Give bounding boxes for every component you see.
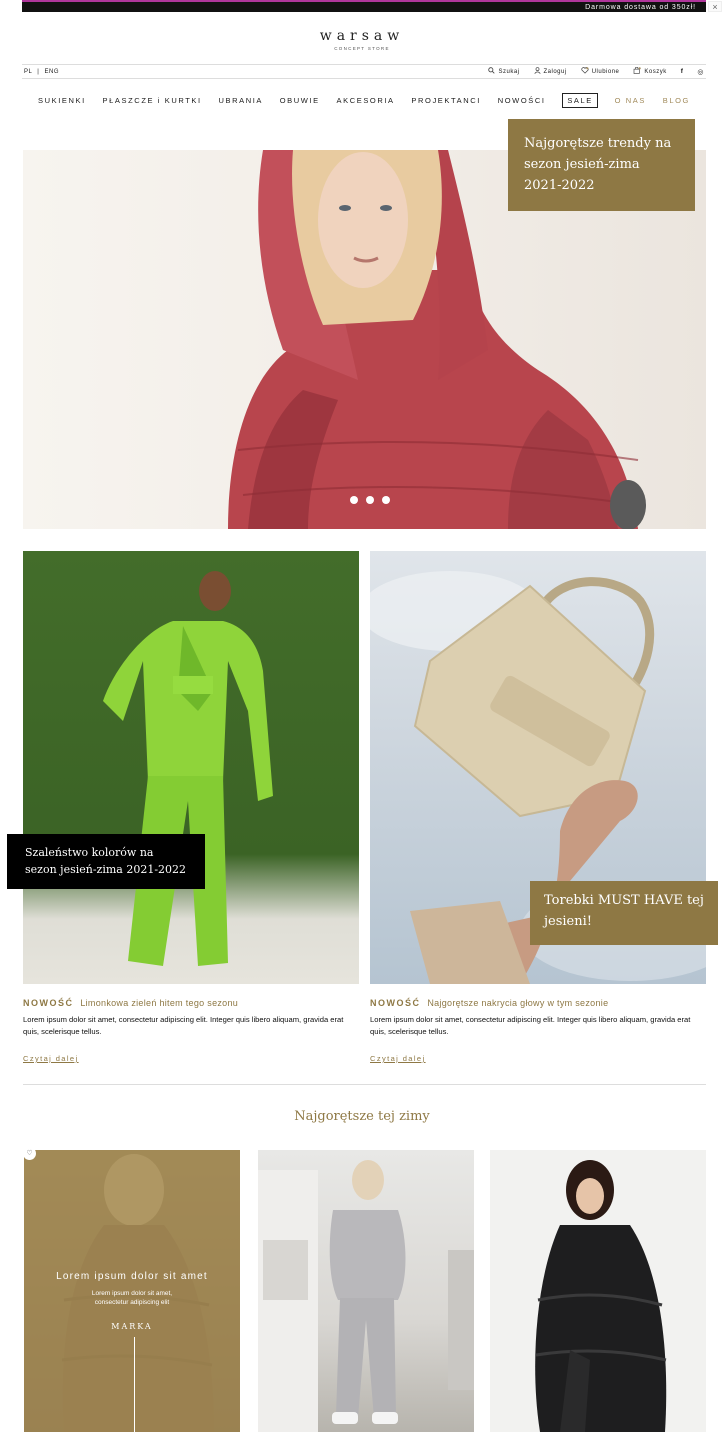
new-badge: NOWOŚĆ (370, 998, 421, 1008)
bag-icon (633, 66, 642, 76)
favorites-button[interactable]: Ulubione (581, 67, 620, 76)
product-card[interactable]: Lorem ipsum dolor sit amet Lorem ipsum d… (24, 1150, 240, 1432)
promo-tile-colors[interactable] (23, 551, 359, 984)
article-excerpt: Lorem ipsum dolor sit amet, consectetur … (23, 1015, 344, 1036)
nav-item-sale[interactable]: SALE (562, 93, 598, 108)
logo-tagline: CONCEPT STORE (334, 46, 390, 51)
article-excerpt: Lorem ipsum dolor sit amet, consectetur … (370, 1015, 691, 1036)
login-label: Zaloguj (543, 68, 567, 75)
nav-item-akcesoria[interactable]: AKCESORIA (337, 96, 395, 105)
cart-button[interactable]: Koszyk (633, 66, 667, 76)
article-title-row[interactable]: NOWOŚĆ Limonkowa zieleń hitem tego sezon… (23, 998, 359, 1008)
nav-item-about[interactable]: O NAS (615, 96, 646, 105)
search-button[interactable]: Szukaj (488, 67, 519, 76)
nav-item-projektanci[interactable]: PROJEKTANCI (411, 96, 481, 105)
lang-separator: | (37, 68, 40, 75)
nav-item-sukienki[interactable]: SUKIENKI (38, 96, 86, 105)
promo-caption-bags[interactable]: Torebki MUST HAVE tej jesieni! (530, 881, 718, 945)
cart-label: Koszyk (644, 68, 667, 75)
nav-item-ubrania[interactable]: UBRANIA (218, 96, 263, 105)
section-divider (23, 1084, 706, 1085)
overlay-line (134, 1337, 135, 1432)
section-title: Najgorętsze tej zimy (294, 1109, 430, 1124)
main-navigation: SUKIENKI PŁASZCZE i KURTKI UBRANIA OBUWI… (22, 93, 706, 108)
article-card: NOWOŚĆ Najgorętsze nakrycia głowy w tym … (370, 998, 706, 1066)
article-title-row[interactable]: NOWOŚĆ Najgorętsze nakrycia głowy w tym … (370, 998, 706, 1008)
heart-icon (581, 67, 589, 76)
logo[interactable]: warsaw CONCEPT STORE (0, 28, 724, 51)
product-overlay-description: Lorem ipsum dolor sit amet, consectetur … (91, 1290, 173, 1306)
logo-wordmark: warsaw (319, 28, 405, 44)
facebook-icon[interactable]: f (681, 68, 684, 75)
nav-item-obuwie[interactable]: OBUWIE (280, 96, 320, 105)
search-label: Szukaj (498, 68, 520, 75)
user-icon (533, 67, 541, 76)
favorites-label: Ulubione (591, 68, 620, 75)
favorite-icon[interactable]: ♡ (23, 1147, 36, 1160)
search-icon (488, 67, 496, 76)
slider-dot[interactable] (382, 496, 390, 504)
announcement-bar: Darmowa dostawa od 350zł! (22, 0, 706, 12)
free-shipping-text: Darmowa dostawa od 350zł! (585, 3, 696, 11)
product-overlay-title: Lorem ipsum dolor sit amet (56, 1271, 208, 1282)
nav-item-blog[interactable]: BLOG (663, 96, 690, 105)
slider-dot[interactable] (366, 496, 374, 504)
hero-caption[interactable]: Najgorętsze trendy na sezon jesień-zima … (508, 119, 695, 211)
utility-bar: PL | ENG Szukaj Zaloguj Ulubione Koszyk … (22, 64, 706, 79)
login-button[interactable]: Zaloguj (533, 67, 567, 76)
product-card[interactable] (490, 1150, 706, 1432)
article-card: NOWOŚĆ Limonkowa zieleń hitem tego sezon… (23, 998, 359, 1066)
promo-image-green-suit (103, 571, 273, 966)
nav-item-nowosci[interactable]: NOWOŚCI (498, 96, 546, 105)
promo-caption-colors[interactable]: Szaleństwo kolorów na sezon jesień-zima … (7, 834, 205, 889)
instagram-icon[interactable]: ◎ (697, 68, 704, 76)
new-badge: NOWOŚĆ (23, 998, 74, 1008)
lang-pl[interactable]: PL (24, 69, 32, 75)
product-card[interactable] (258, 1150, 474, 1432)
close-icon[interactable]: × (708, 1, 722, 12)
read-more-link[interactable]: Czytaj dalej (370, 1054, 426, 1063)
product-brand: MARKA (111, 1322, 153, 1331)
lang-en[interactable]: ENG (45, 69, 60, 75)
language-switcher: PL | ENG (24, 69, 59, 75)
product-image-black-puffer (535, 1160, 667, 1432)
slider-dot[interactable] (350, 496, 358, 504)
article-title: Najgorętsze nakrycia głowy w tym sezonie (427, 998, 609, 1008)
article-title: Limonkowa zieleń hitem tego sezonu (80, 998, 239, 1008)
nav-item-plaszcze[interactable]: PŁASZCZE i KURTKI (103, 96, 202, 105)
product-image-grey-tracksuit (258, 1160, 474, 1432)
slider-dots (350, 496, 390, 504)
read-more-link[interactable]: Czytaj dalej (23, 1054, 79, 1063)
